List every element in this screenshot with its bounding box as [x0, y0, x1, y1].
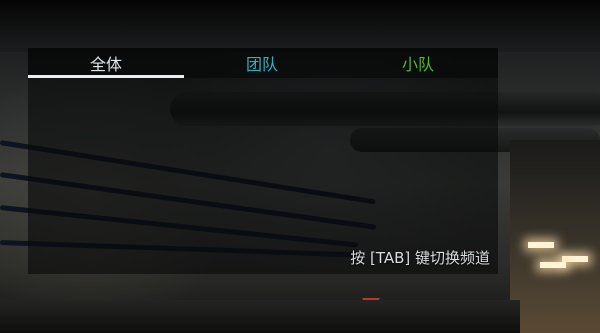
tab-squad-label: 小队 [401, 55, 434, 74]
lit-corridor [510, 140, 600, 333]
tab-team-label: 团队 [245, 55, 278, 74]
corridor-lamp [528, 242, 554, 248]
chat-message-area[interactable] [28, 78, 498, 244]
corridor-lamp [540, 262, 566, 268]
floor-pipe [0, 300, 520, 333]
tab-all[interactable]: 全体 [28, 48, 184, 78]
chat-panel: 全体 团队 小队 按 [TAB] 键切换频道 [28, 48, 498, 274]
channel-switch-hint: 按 [TAB] 键切换频道 [350, 249, 490, 267]
chat-channel-tabs: 全体 团队 小队 [28, 48, 498, 78]
tab-squad[interactable]: 小队 [340, 48, 496, 78]
tab-team[interactable]: 团队 [184, 48, 340, 78]
tunnel-ceiling [0, 0, 600, 52]
tab-all-label: 全体 [89, 55, 122, 74]
